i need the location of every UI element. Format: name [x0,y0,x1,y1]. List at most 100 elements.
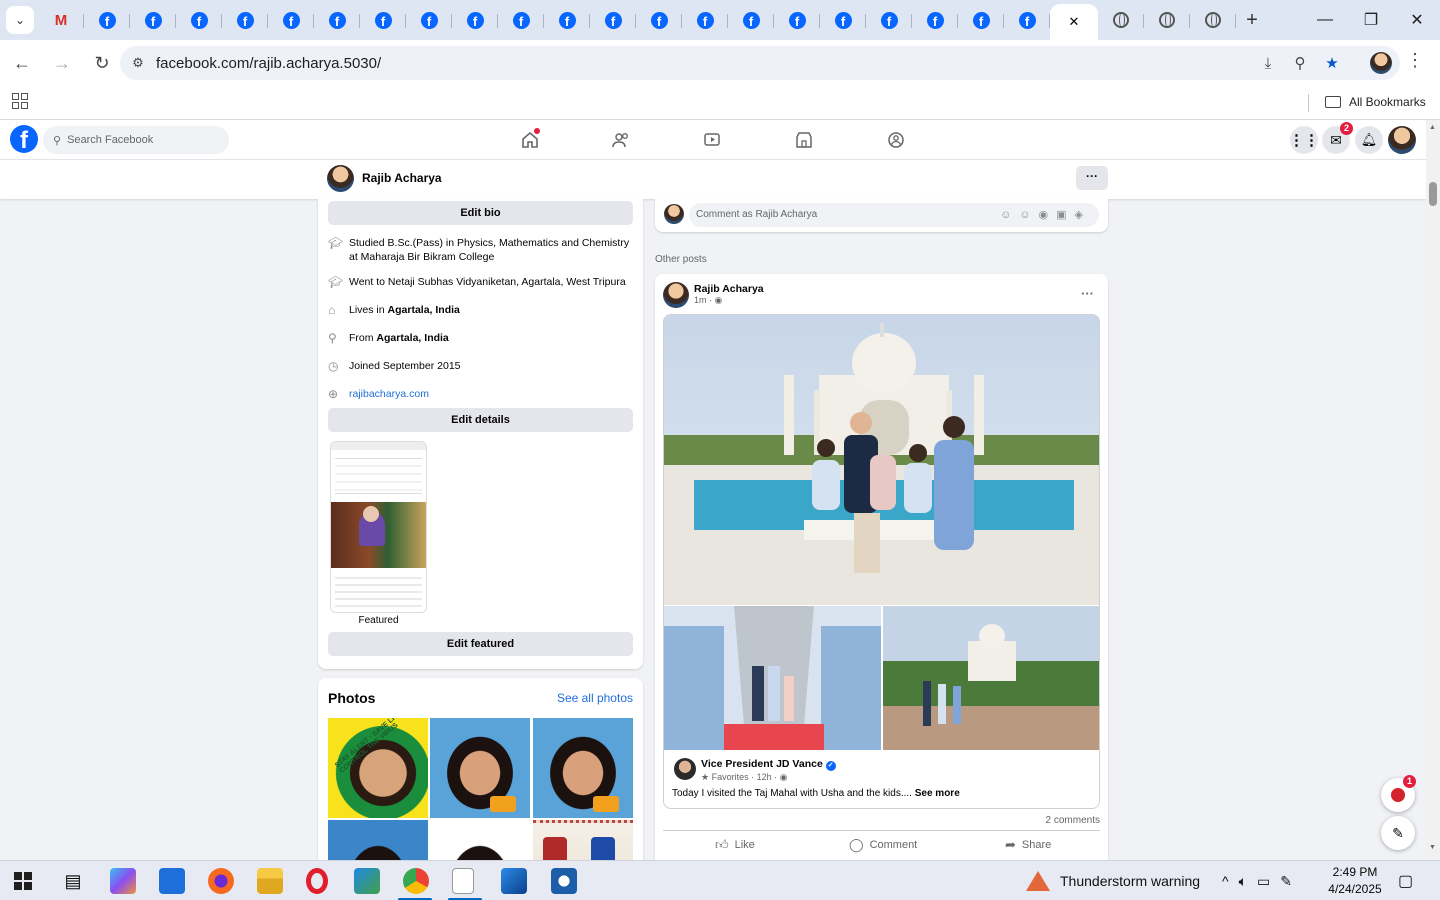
notifications-button[interactable]: 🔔︎ [1355,126,1383,154]
like-button[interactable]: 👍︎ Like [715,832,755,858]
tab-facebook[interactable]: f [84,4,130,36]
task-view-icon[interactable]: ▤ [60,868,86,894]
shared-author-avatar[interactable] [674,758,696,780]
weather-widget[interactable]: Thunderstorm warning [1026,861,1200,900]
website-link[interactable]: rajibacharya.com [349,387,429,401]
close-tab-icon[interactable]: ✕ [1069,14,1080,30]
address-bar[interactable]: ⚙ facebook.com/rajib.acharya.5030/ ⤓ ⚲ ★ [120,46,1400,80]
featured-thumbnail[interactable] [330,441,427,613]
tab-facebook[interactable]: f [912,4,958,36]
tab-active[interactable]: ✕ [1050,4,1098,40]
new-tab-button[interactable]: + [1236,4,1268,36]
tab-globe-2[interactable] [1144,4,1190,36]
photo-thumbnail[interactable]: STAY ALERT · SAVE LIVES · CONTROL THE VI… [328,718,428,818]
close-window-button[interactable]: ✕ [1394,0,1440,40]
tab-facebook[interactable]: f [820,4,866,36]
photo-thumbnail[interactable] [533,820,633,860]
app-icon-dark[interactable] [551,868,577,894]
nav-marketplace[interactable] [789,126,819,154]
photos-app-icon[interactable] [501,868,527,894]
from-place[interactable]: Agartala, India [376,332,448,344]
tab-facebook[interactable]: f [728,4,774,36]
firefox-icon[interactable] [208,868,234,894]
system-tray-icons[interactable]: ^ 🔈︎ ▭ ✎ [1222,861,1302,900]
profile-avatar[interactable] [327,165,354,192]
chrome-menu-icon[interactable]: ⋮ [1406,50,1424,71]
comment-input[interactable]: Comment as Rajib Acharya ☺☺◉▣◈ [689,203,1099,227]
tab-facebook[interactable]: f [406,4,452,36]
nav-groups[interactable] [881,126,911,154]
comments-count[interactable]: 2 comments [1046,815,1100,826]
chat-head-button[interactable]: 1 [1381,775,1416,812]
tab-facebook[interactable]: f [544,4,590,36]
shared-author-name[interactable]: Vice President JD Vance ✓ [701,758,836,771]
clock[interactable]: 2:49 PM 4/24/2025 [1320,864,1390,898]
nav-video[interactable] [697,126,727,154]
bookmark-star-icon[interactable]: ★ [1318,46,1346,80]
back-button[interactable]: ← [4,45,40,81]
photo-thumbnail[interactable] [328,820,428,860]
notification-center-icon[interactable]: ▢ [1398,861,1413,900]
tab-facebook[interactable]: f [176,4,222,36]
tab-facebook[interactable]: f [360,4,406,36]
edit-featured-button[interactable]: Edit featured [328,632,633,656]
comment-tool-icons[interactable]: ☺☺◉▣◈ [1000,203,1091,227]
new-message-button[interactable]: ✎ [1381,816,1415,850]
post-author-avatar[interactable] [663,282,689,308]
menu-grid-button[interactable]: ⋮⋮ [1289,126,1319,154]
windows-start-icon[interactable] [14,872,32,890]
app-icon-blue[interactable] [159,868,185,894]
edit-bio-button[interactable]: Edit bio [328,201,633,225]
edit-details-button[interactable]: Edit details [328,408,633,432]
facebook-logo-icon[interactable]: f [10,125,38,153]
photo-thumbnail[interactable] [430,820,530,860]
tab-facebook[interactable]: f [590,4,636,36]
see-all-photos-link[interactable]: See all photos [557,691,633,705]
tab-globe-1[interactable] [1098,4,1144,36]
profile-more-button[interactable]: ··· [1076,166,1108,190]
tab-gmail[interactable]: M [38,4,84,36]
taj-mahal-family-photo[interactable] [664,315,1100,605]
tab-facebook[interactable]: f [636,4,682,36]
site-info-icon[interactable]: ⚙ [120,55,156,71]
scroll-up-arrow[interactable]: ▲ [1429,124,1436,131]
tab-facebook[interactable]: f [958,4,1004,36]
install-app-icon[interactable]: ⤓ [1254,46,1282,80]
opera-icon[interactable] [306,868,328,894]
tab-facebook[interactable]: f [682,4,728,36]
tab-search-button[interactable]: ⌄ [6,6,34,34]
messenger-button[interactable]: ✉ 2 [1322,122,1353,154]
tab-facebook[interactable]: f [452,4,498,36]
post-more-button[interactable]: ··· [1081,286,1094,301]
share-button[interactable]: ➦ Share [1005,832,1051,858]
minimize-button[interactable]: — [1302,0,1348,40]
arrival-photo[interactable] [664,606,881,750]
page-scrollbar[interactable]: ▲ ▼ [1426,120,1440,860]
post-author[interactable]: Rajib Acharya [694,283,764,295]
notepad-icon[interactable] [452,868,474,894]
photo-thumbnail[interactable] [430,718,530,818]
zoom-icon[interactable]: ⚲ [1286,46,1314,80]
tab-facebook[interactable]: f [130,4,176,36]
chrome-icon[interactable] [403,868,429,894]
lives-in-place[interactable]: Agartala, India [388,304,460,316]
tab-facebook[interactable]: f [498,4,544,36]
shared-post[interactable]: Vice President JD Vance ✓ ★ Favorites · … [663,314,1100,809]
scrollbar-thumb[interactable] [1429,182,1437,206]
tab-facebook[interactable]: f [1004,4,1050,36]
tab-facebook[interactable]: f [268,4,314,36]
tab-globe-3[interactable] [1190,4,1236,36]
all-bookmarks[interactable]: All Bookmarks [1325,95,1426,109]
account-avatar[interactable] [1388,126,1416,154]
reload-button[interactable]: ↻ [84,45,120,81]
tab-facebook[interactable]: f [222,4,268,36]
tab-facebook[interactable]: f [314,4,360,36]
store-icon[interactable] [354,868,380,894]
browser-profile-avatar[interactable] [1370,52,1392,74]
comment-button[interactable]: ◯ Comment [849,832,917,858]
nav-friends[interactable] [606,126,636,154]
facebook-search-input[interactable]: ⚲ Search Facebook [43,126,229,154]
nav-home[interactable] [515,126,545,154]
copilot-icon[interactable] [110,868,136,894]
see-more-link[interactable]: See more [915,788,960,799]
